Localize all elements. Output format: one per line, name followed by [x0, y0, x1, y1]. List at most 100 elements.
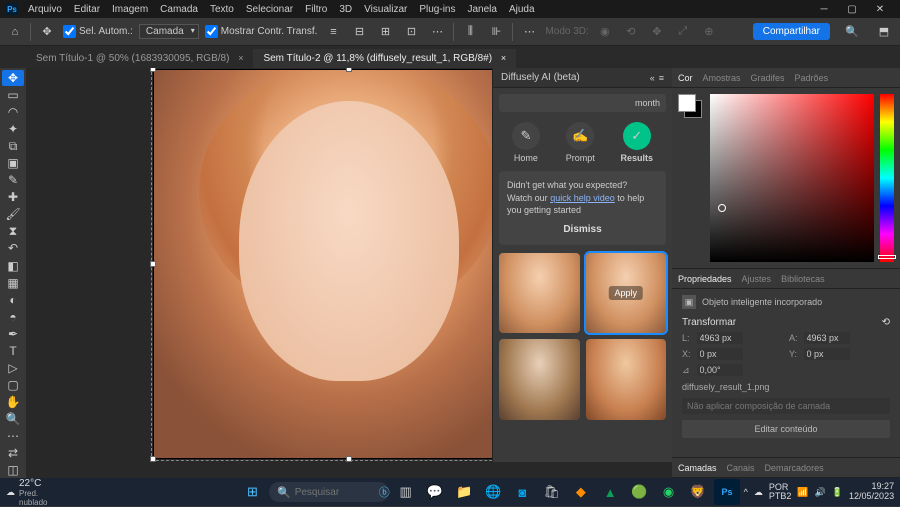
stamp-tool[interactable]: ⧗	[2, 223, 24, 239]
show-controls-checkbox[interactable]	[205, 25, 218, 38]
edit-toolbar[interactable]: ⇄	[2, 445, 24, 461]
menu-arquivo[interactable]: Arquivo	[22, 2, 68, 17]
align-icon-3[interactable]: ⊞	[375, 22, 395, 42]
chrome-icon[interactable]: 🟢	[627, 479, 652, 505]
frame-tool[interactable]: ▣	[2, 155, 24, 171]
fg-swatch[interactable]	[678, 94, 696, 112]
tab-demarcadores[interactable]: Demarcadores	[765, 463, 824, 473]
maximize-button[interactable]: ▢	[838, 0, 866, 18]
align-icon-7[interactable]: ⊪	[486, 22, 506, 42]
shape-tool[interactable]: ▢	[2, 377, 24, 393]
reset-icon[interactable]: ⟲	[882, 317, 890, 328]
blur-tool[interactable]: ◐	[2, 292, 24, 308]
tab-close-1[interactable]: ×	[238, 53, 243, 63]
document-tab-2[interactable]: Sem Título-2 @ 11,8% (diffusely_result_1…	[253, 49, 516, 68]
hue-marker[interactable]	[878, 255, 896, 259]
pen-tool[interactable]: ✒	[2, 326, 24, 342]
tab-padroes[interactable]: Padrões	[795, 73, 829, 83]
wand-tool[interactable]: ✦	[2, 121, 24, 137]
tab-gradifes[interactable]: Gradifes	[751, 73, 785, 83]
brave-icon[interactable]: 🦁	[685, 479, 710, 505]
menu-filtro[interactable]: Filtro	[299, 2, 333, 17]
tray-wifi-icon[interactable]: 📶	[797, 487, 808, 498]
align-icon-4[interactable]: ⊡	[401, 22, 421, 42]
bing-icon[interactable]: ⓑ	[379, 484, 390, 500]
lasso-tool[interactable]: ◠	[2, 104, 24, 120]
swatch-tool[interactable]: ◫	[2, 462, 24, 478]
explorer-icon[interactable]: 📁	[451, 479, 476, 505]
photoshop-taskbar-icon[interactable]: Ps	[714, 479, 739, 505]
more-icon[interactable]: ⋯	[519, 22, 539, 42]
cloud-icon[interactable]: ⬒	[874, 22, 894, 42]
gradient-tool[interactable]: ▦	[2, 275, 24, 291]
dodge-tool[interactable]: ◓	[2, 309, 24, 325]
zoom-tool[interactable]: 🔍	[2, 411, 24, 427]
menu-selecionar[interactable]: Selecionar	[240, 2, 299, 17]
layer-combo[interactable]: Camada	[139, 24, 199, 39]
menu-texto[interactable]: Texto	[204, 2, 240, 17]
menu-camada[interactable]: Camada	[154, 2, 204, 17]
history-brush-tool[interactable]: ↶	[2, 240, 24, 256]
canvas-image[interactable]	[154, 70, 544, 458]
weather-widget[interactable]: ☁ 22°CPred. nublado	[6, 478, 67, 507]
hand-tool[interactable]: ✋	[2, 394, 24, 410]
angle-field[interactable]	[697, 364, 743, 376]
minimize-button[interactable]: ─	[810, 0, 838, 18]
search-input[interactable]	[295, 487, 375, 498]
hue-slider[interactable]	[880, 94, 894, 262]
color-picker-ring[interactable]	[718, 204, 726, 212]
align-icon-5[interactable]: ⋯	[427, 22, 447, 42]
close-button[interactable]: ✕	[866, 0, 894, 18]
dismiss-button[interactable]: Dismiss	[507, 223, 658, 237]
tab-cor[interactable]: Cor	[678, 73, 693, 83]
store-icon[interactable]: 🛍	[539, 479, 564, 505]
menu-plugins[interactable]: Plug-ins	[413, 2, 461, 17]
edge-icon[interactable]: 🌐	[481, 479, 506, 505]
result-thumb-1[interactable]	[499, 253, 580, 334]
tray-clock[interactable]: 19:2712/05/2023	[849, 482, 894, 502]
app-icon-1[interactable]: ◙	[510, 479, 535, 505]
task-view-icon[interactable]: ▥	[393, 479, 418, 505]
apply-button[interactable]: Apply	[608, 286, 643, 300]
tab-propriedades[interactable]: Propriedades	[678, 274, 732, 284]
result-thumb-2[interactable]: Apply	[586, 253, 667, 334]
tray-onedrive-icon[interactable]: ☁	[754, 487, 763, 498]
search-icon[interactable]: 🔍	[842, 22, 862, 42]
start-button[interactable]: ⊞	[240, 479, 265, 505]
tab-bibliotecas[interactable]: Bibliotecas	[781, 274, 825, 284]
tab-amostras[interactable]: Amostras	[703, 73, 741, 83]
auto-select-checkbox[interactable]	[63, 25, 76, 38]
edit-content-button[interactable]: Editar conteúdo	[682, 420, 890, 438]
menu-editar[interactable]: Editar	[68, 2, 106, 17]
panel-collapse-icon[interactable]: «	[650, 73, 655, 83]
y-field[interactable]	[804, 348, 850, 360]
taskbar-search[interactable]: 🔍 ⓑ	[269, 482, 389, 502]
diffusely-tab-prompt[interactable]: ✍Prompt	[566, 122, 595, 163]
result-thumb-4[interactable]	[586, 339, 667, 420]
transform-handle[interactable]	[150, 68, 156, 72]
align-icon-1[interactable]: ≡	[323, 22, 343, 42]
whatsapp-icon[interactable]: ◉	[656, 479, 681, 505]
brush-tool[interactable]: 🖌	[2, 206, 24, 222]
tray-volume-icon[interactable]: 🔊	[815, 487, 826, 498]
menu-3d[interactable]: 3D	[333, 2, 358, 17]
transform-handle[interactable]	[150, 456, 156, 462]
eraser-tool[interactable]: ◧	[2, 258, 24, 274]
heal-tool[interactable]: ✚	[2, 189, 24, 205]
transform-handle[interactable]	[346, 456, 352, 462]
color-field[interactable]	[710, 94, 874, 262]
menu-ajuda[interactable]: Ajuda	[503, 2, 541, 17]
menu-imagem[interactable]: Imagem	[106, 2, 154, 17]
align-icon-6[interactable]: ⫼	[460, 22, 480, 42]
width-field[interactable]	[697, 332, 743, 344]
text-tool[interactable]: T	[2, 343, 24, 359]
tab-camadas[interactable]: Camadas	[678, 463, 717, 473]
diffusely-tab-home[interactable]: ✎Home	[512, 122, 540, 163]
app-icon-2[interactable]: ◆	[568, 479, 593, 505]
marquee-tool[interactable]: ▭	[2, 87, 24, 103]
move-tool-indicator[interactable]: ✥	[37, 22, 57, 42]
move-tool[interactable]: ✥	[2, 70, 24, 86]
tab-close-2[interactable]: ×	[501, 53, 506, 63]
app-icon-3[interactable]: ▲	[598, 479, 623, 505]
chat-icon[interactable]: 💬	[422, 479, 447, 505]
